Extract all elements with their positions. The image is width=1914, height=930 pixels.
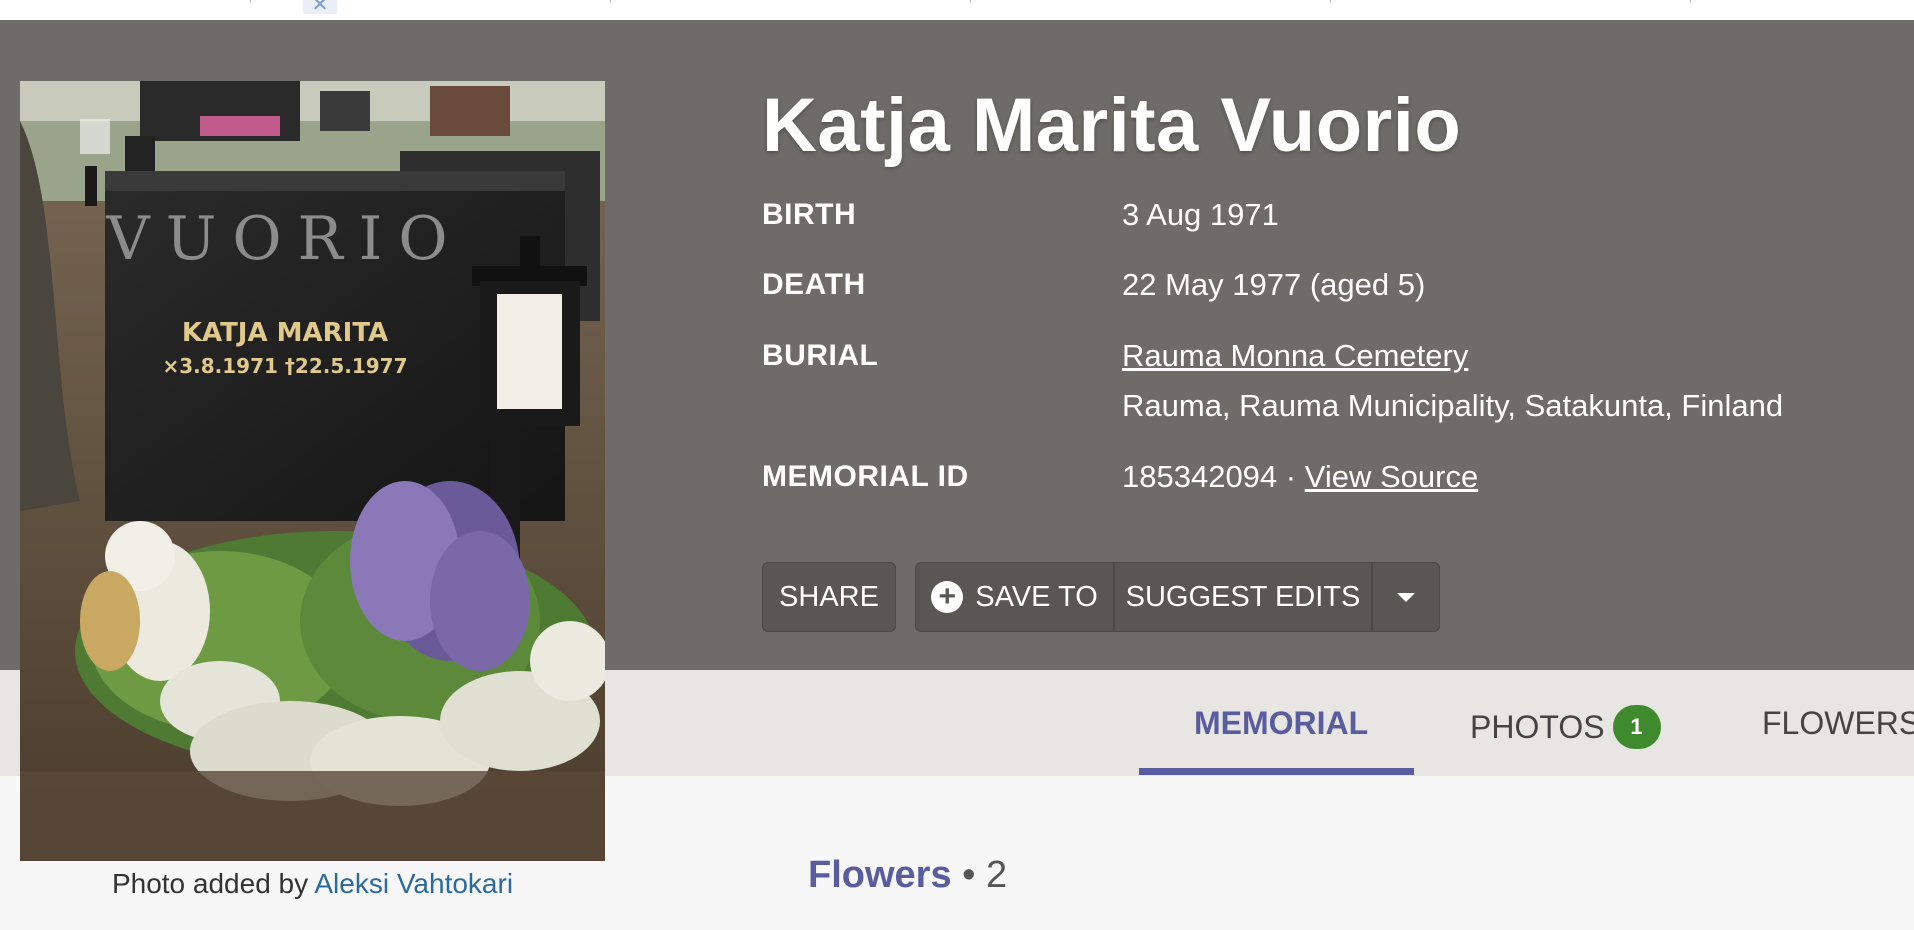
memorial-id-label: MEMORIAL ID xyxy=(762,460,969,493)
tab-flowers[interactable]: FLOWERS xyxy=(1762,705,1914,742)
strip-segment xyxy=(610,0,971,3)
photos-count-badge: 1 xyxy=(1612,705,1661,749)
gravestone-photo-illustration: VUORIO KATJA MARITA ×3.8.1971 †22.5.1977 xyxy=(20,81,605,861)
photo-caption: Photo added by Aleksi Vahtokari xyxy=(20,868,605,900)
caret-down-icon xyxy=(1397,592,1415,602)
flowers-count: 2 xyxy=(986,854,1008,896)
flowers-section-heading: Flowers • 2 xyxy=(808,854,1007,897)
stone-surname: VUORIO xyxy=(105,204,463,274)
memorial-id-row: 185342094 · View Source xyxy=(1122,459,1478,495)
strip-segment xyxy=(1330,0,1691,3)
plus-circle-icon: + xyxy=(931,581,964,613)
birth-label: BIRTH xyxy=(762,198,857,231)
memorial-name: Katja Marita Vuorio xyxy=(762,83,1462,168)
active-tab-indicator xyxy=(1139,768,1414,775)
burial-location: Rauma, Rauma Municipality, Satakunta, Fi… xyxy=(1122,388,1784,423)
tab-memorial[interactable]: MEMORIAL xyxy=(1194,705,1368,742)
photo-contributor-link[interactable]: Aleksi Vahtokari xyxy=(314,868,513,899)
separator-dot: · xyxy=(1285,459,1297,494)
save-to-button[interactable]: + SAVE TO xyxy=(916,563,1113,631)
action-button-group: + SAVE TO SUGGEST EDITS xyxy=(915,562,1440,632)
view-source-link[interactable]: View Source xyxy=(1305,459,1478,494)
memorial-photo[interactable]: VUORIO KATJA MARITA ×3.8.1971 †22.5.1977 xyxy=(20,81,605,861)
memorial-id-value: 185342094 xyxy=(1122,459,1278,494)
tab-flowers-label: FLOWERS xyxy=(1762,705,1914,741)
stone-person-name: KATJA MARITA xyxy=(182,318,388,348)
more-actions-button[interactable] xyxy=(1371,563,1439,631)
death-value: 22 May 1977 (aged 5) xyxy=(1122,267,1426,302)
burial-label: BURIAL xyxy=(762,339,879,372)
strip-segment xyxy=(0,0,251,3)
stone-dates: ×3.8.1971 †22.5.1977 xyxy=(162,354,407,378)
flowers-title: Flowers xyxy=(808,854,952,896)
strip-segment xyxy=(970,0,1331,3)
tab-memorial-label: MEMORIAL xyxy=(1194,705,1369,741)
tab-photos-label: PHOTOS xyxy=(1470,708,1605,745)
photo-caption-prefix: Photo added by xyxy=(111,868,309,899)
browser-top-strip: ✕ xyxy=(0,0,1914,21)
suggest-edits-button[interactable]: SUGGEST EDITS xyxy=(1113,563,1371,631)
close-icon[interactable]: ✕ xyxy=(303,0,337,15)
flowers-bullet: • xyxy=(962,854,976,896)
cemetery-link[interactable]: Rauma Monna Cemetery xyxy=(1122,338,1468,374)
tab-photos[interactable]: PHOTOS 1 xyxy=(1470,705,1661,749)
death-label: DEATH xyxy=(762,268,866,301)
share-button[interactable]: SHARE xyxy=(762,562,896,632)
birth-value: 3 Aug 1971 xyxy=(1122,197,1279,232)
save-to-label: SAVE TO xyxy=(975,580,1098,613)
